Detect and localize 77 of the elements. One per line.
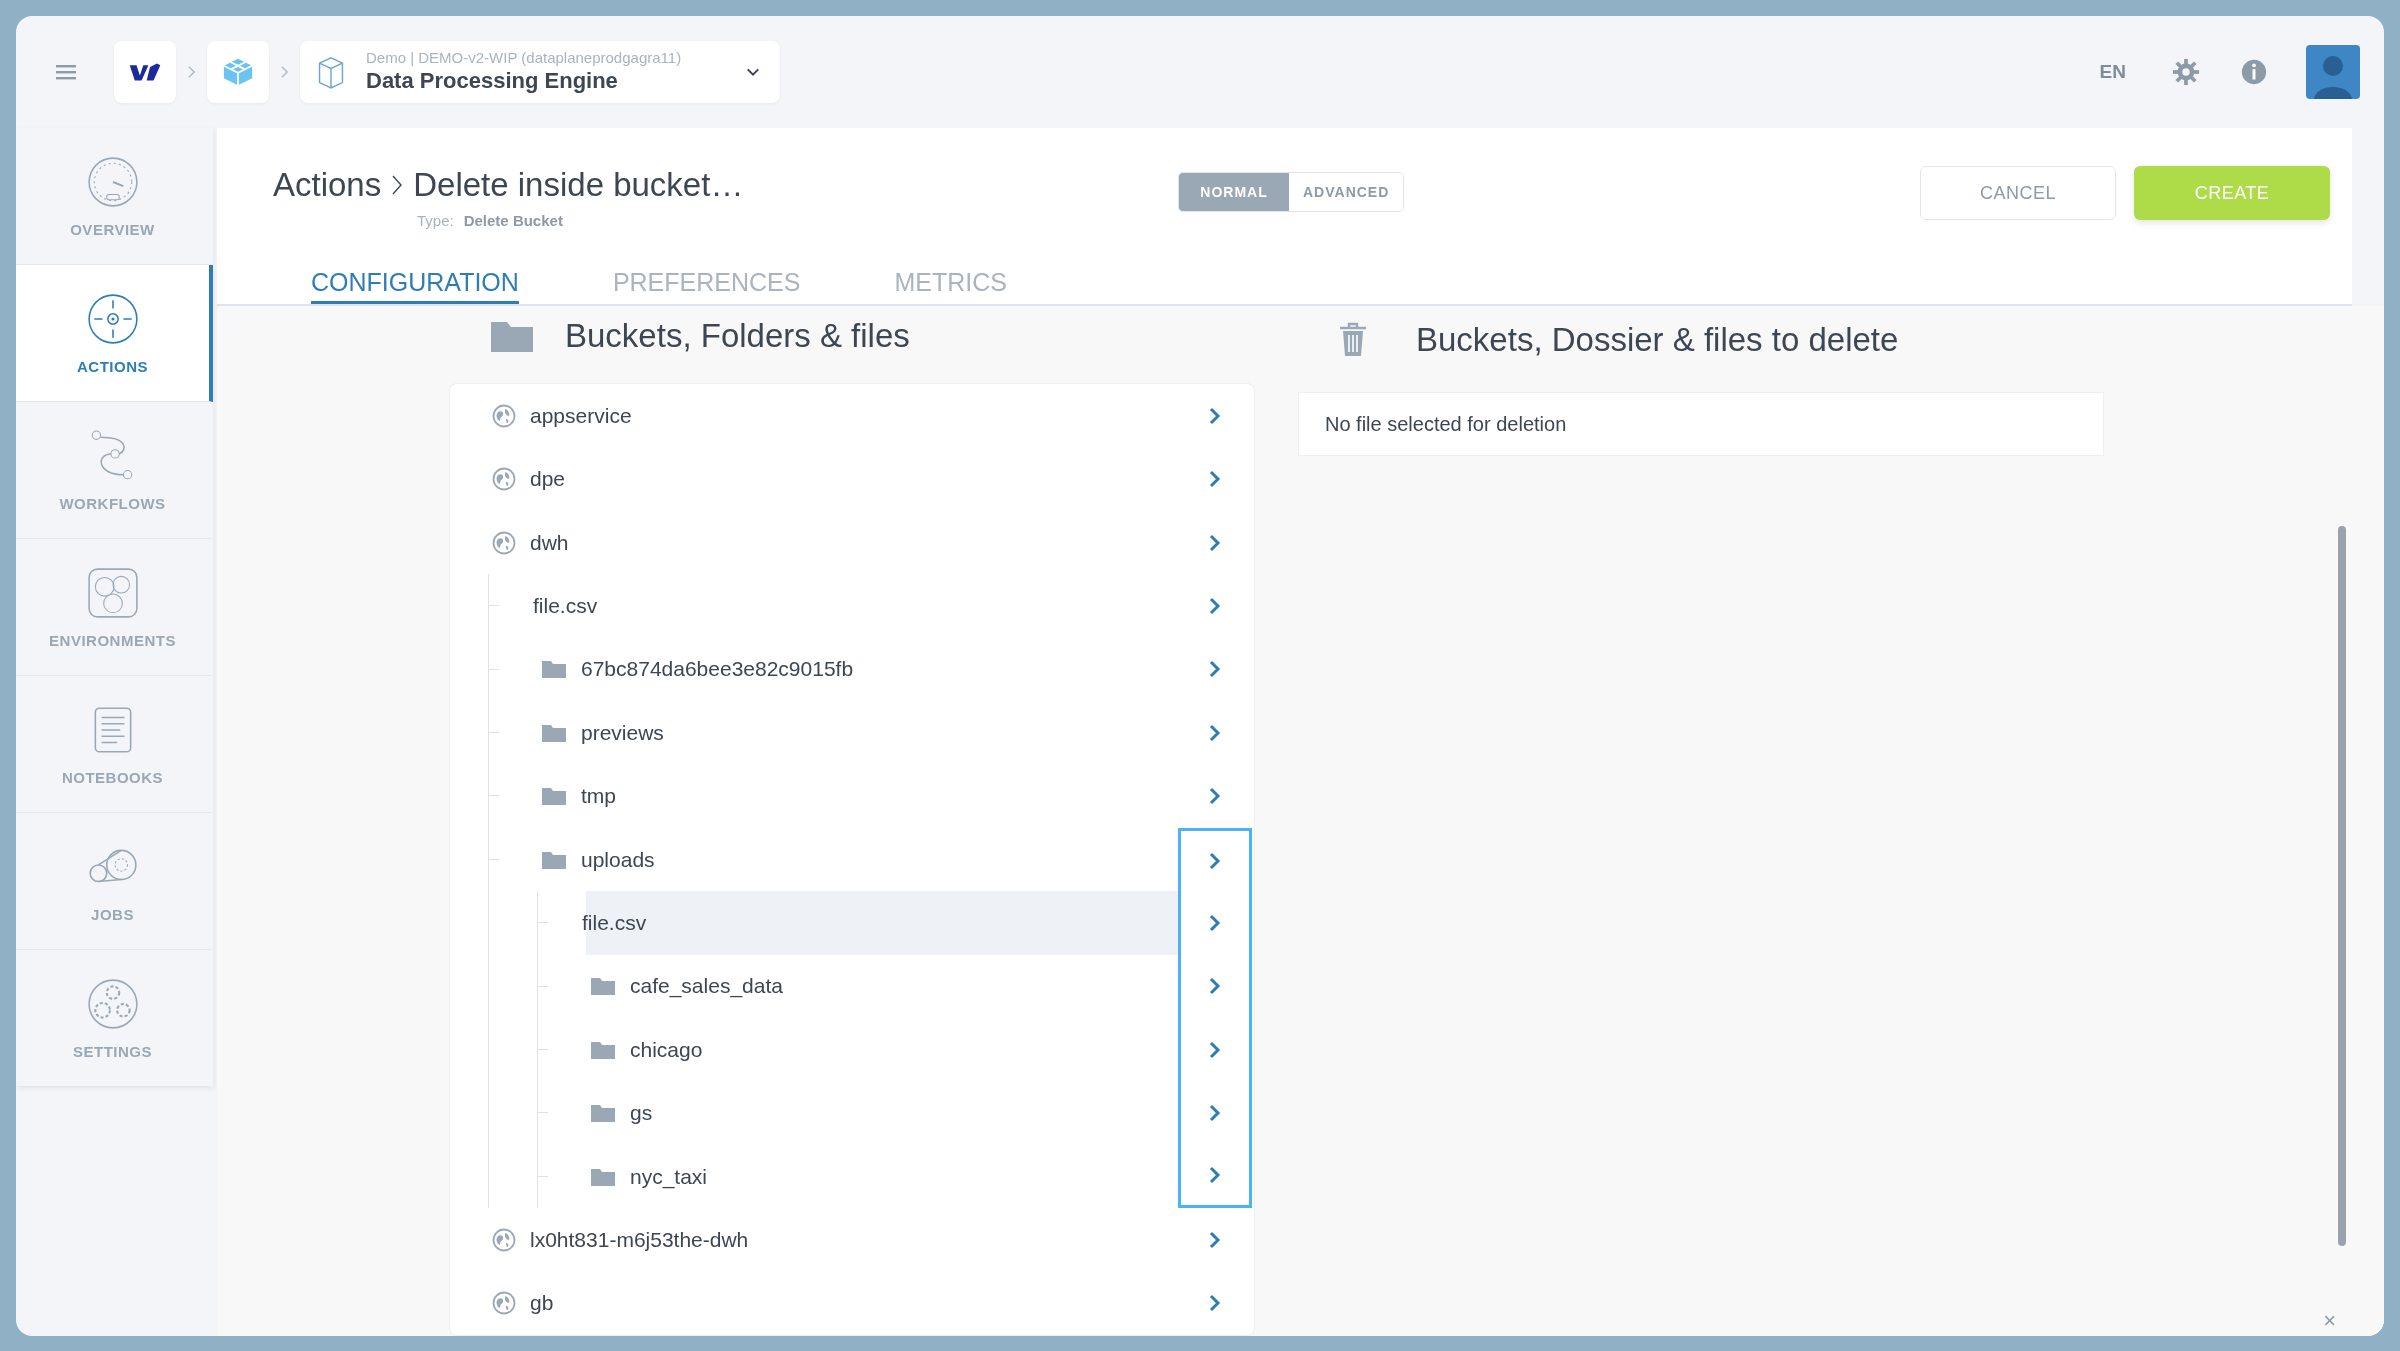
folder-icon [590,1103,616,1124]
tree-item[interactable]: uploads [537,827,1178,892]
cube-tile[interactable] [207,41,269,103]
globe-icon [492,530,516,555]
folder-icon [590,1166,616,1187]
expand-button[interactable] [1178,1018,1252,1082]
engine-selector[interactable]: Demo | DEMO-v2-WIP (dataplaneprodgagra11) Data Processing Engine [300,41,780,103]
globe-icon [492,467,516,492]
menu-icon[interactable] [54,63,78,81]
box-icon [316,54,346,90]
folder-icon [541,786,567,807]
tree-item[interactable]: previews [537,701,1178,765]
scrollbar[interactable] [2338,526,2346,1246]
expand-button[interactable] [1178,1081,1252,1145]
language-code: EN [2099,61,2126,83]
chevron-right-icon [391,174,404,196]
tree-item[interactable]: appservice [488,384,1178,448]
trash-icon [1338,322,1368,358]
breadcrumb-link[interactable]: Actions [273,166,382,204]
logo-tile[interactable] [114,41,176,103]
chevron-right-icon [1208,1229,1222,1250]
folder-icon [541,722,567,743]
chevron-down-icon [746,67,760,77]
folder-icon [541,659,567,680]
section-title: Buckets, Folders & files [565,316,910,355]
settings-icon[interactable] [2172,58,2200,86]
tree-item[interactable]: chicago [586,1018,1178,1082]
chevron-right-icon [1208,405,1222,426]
globe-icon [492,1227,516,1252]
tree-item[interactable]: nyc_taxi [586,1144,1178,1209]
avatar-icon[interactable] [2306,45,2360,99]
chevron-right-icon [280,65,289,79]
chevron-right-icon [1208,722,1222,743]
chevron-right-icon [1208,659,1222,680]
expand-button[interactable] [1178,1144,1252,1209]
context-label: Demo | DEMO-v2-WIP (dataplaneprodgagra11) [366,49,683,67]
chevron-right-icon [1208,532,1222,553]
info-icon[interactable] [2240,58,2268,86]
tree-item[interactable]: gb [488,1271,1178,1335]
chevron-right-icon [1208,1293,1222,1314]
chevron-right-icon [1208,786,1222,807]
chevron-right-icon [1208,596,1222,616]
expand-button[interactable] [1178,827,1252,892]
folder-icon [541,849,567,870]
engine-title: Data Processing Engine [366,67,619,95]
folder-icon [590,1039,616,1060]
crosshair-icon [85,291,140,346]
bubbles-icon [85,565,140,620]
type-value: Delete Bucket [463,212,563,229]
tree-item[interactable]: gs [586,1081,1178,1145]
chevron-right-icon [1208,1103,1222,1124]
chevron-right-icon [187,65,196,79]
tree-item[interactable]: dpe [488,447,1178,511]
tree-item[interactable]: lx0ht831-m6j53the-dwh [488,1208,1178,1272]
tree-item[interactable]: dwh [488,510,1178,575]
expand-button[interactable] [1178,891,1252,955]
chevron-right-icon [1208,912,1222,933]
section-title: Buckets, Dossier & files to delete [1416,321,1899,359]
chevron-right-icon [1208,976,1222,997]
sidebar-item[interactable]: ACTIONS [16,265,213,402]
folder-icon [590,976,616,997]
expand-button[interactable] [1178,954,1252,1019]
chevron-right-icon [1208,469,1222,490]
chevron-right-icon [1208,851,1222,872]
gauge-icon [85,154,140,209]
empty-message: No file selected for deletion [1325,412,1567,436]
gears-icon [85,976,140,1031]
chevron-right-icon [1208,1039,1222,1060]
globe-icon [492,1291,516,1316]
page-title: Delete inside bucket… [413,166,744,204]
tree-item[interactable]: cafe_sales_data [586,954,1178,1019]
type-label: Type: [417,212,454,229]
tree-item[interactable]: tmp [537,764,1178,828]
chevron-right-icon [1208,1165,1222,1185]
logo-icon [128,61,162,83]
tree-item[interactable]: 67bc874da6bee3e82c9015fb [537,637,1178,702]
globe-icon [492,403,516,428]
